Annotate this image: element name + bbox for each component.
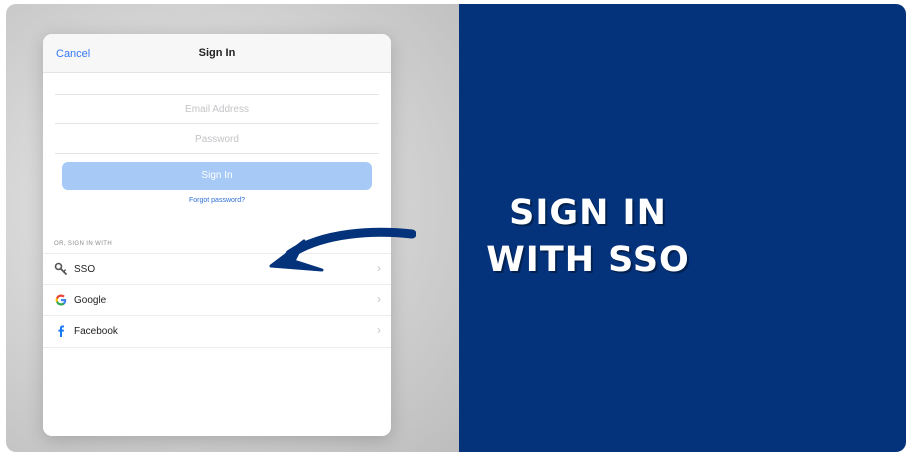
page-title: Sign In <box>198 47 236 59</box>
facebook-option-label: Facebook <box>74 326 118 337</box>
graphic-frame: Cancel Sign In Sign In Forgot password? … <box>6 4 906 452</box>
curved-arrow-icon <box>269 227 416 272</box>
chevron-right-icon: › <box>377 323 381 337</box>
google-option-label: Google <box>74 295 107 306</box>
password-field[interactable] <box>55 125 379 154</box>
callout-line-2: WITH SSO <box>486 240 690 280</box>
key-icon <box>54 262 68 276</box>
forgot-password-link[interactable]: Forgot password? <box>43 197 391 204</box>
alt-signin-section-label: OR, SIGN IN WITH <box>54 241 113 247</box>
sign-in-button[interactable]: Sign In <box>62 162 372 190</box>
email-field[interactable] <box>55 95 379 124</box>
sso-option-label: SSO <box>74 264 96 275</box>
callout-line-1: SIGN IN <box>509 193 667 233</box>
google-option[interactable]: Google › <box>43 284 391 316</box>
google-icon <box>54 293 68 307</box>
facebook-icon <box>54 324 68 338</box>
callout-headline: SIGN IN WITH SSO <box>459 190 717 284</box>
nav-bar: Cancel Sign In <box>43 34 391 73</box>
facebook-option[interactable]: Facebook › <box>43 315 391 348</box>
chevron-right-icon: › <box>377 292 381 306</box>
